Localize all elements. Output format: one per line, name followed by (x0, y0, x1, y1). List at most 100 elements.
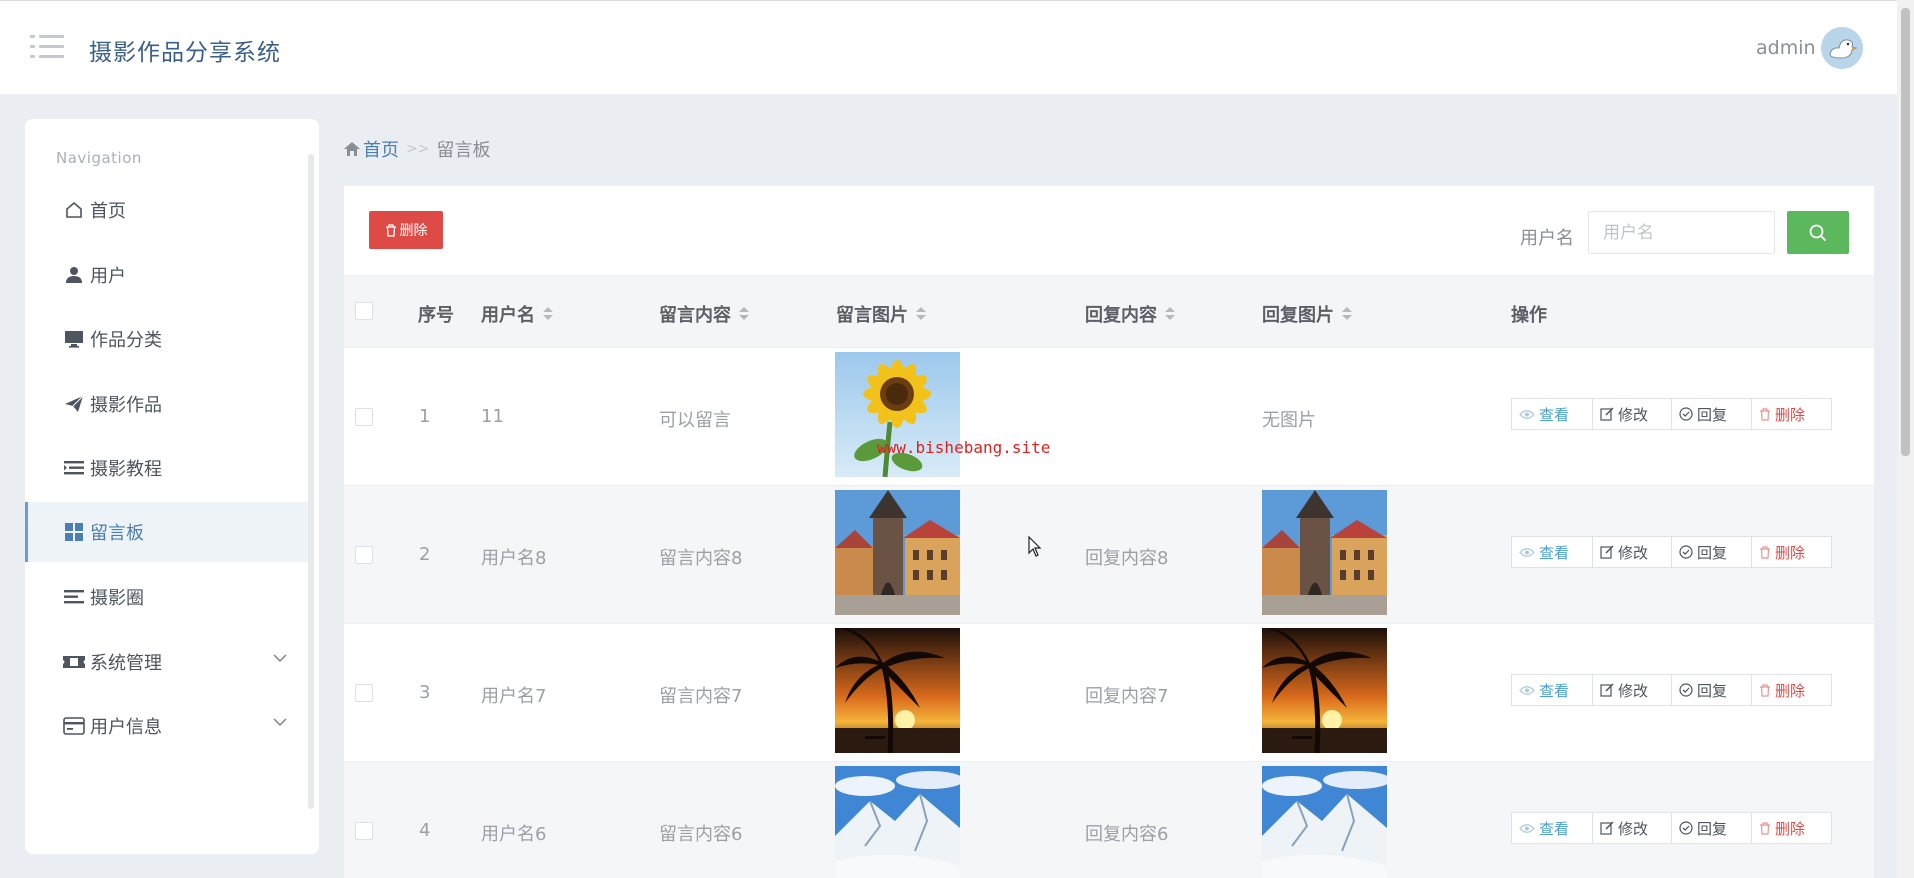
reply-image-old-town[interactable] (1262, 490, 1387, 615)
avatar[interactable] (1821, 27, 1863, 69)
message-image-sunflower[interactable] (835, 352, 960, 477)
sort-icon[interactable] (1342, 306, 1352, 322)
column-header-image[interactable]: 留言图片 (836, 301, 926, 327)
edit-button[interactable]: 修改 (1592, 398, 1672, 430)
view-button[interactable]: 查看 (1511, 398, 1593, 430)
row-content: 留言内容8 (659, 548, 743, 569)
chevron-down-icon (273, 654, 287, 663)
grid-icon (63, 521, 85, 543)
row-reply: 回复内容7 (1085, 686, 1169, 707)
sidebar-item-photo-circle[interactable]: 摄影圈 (25, 567, 311, 627)
edit-icon (1600, 683, 1614, 697)
card-icon (63, 715, 85, 737)
sidebar-item-label: 摄影教程 (90, 459, 162, 480)
sidebar-item-label: 用户 (90, 266, 126, 287)
row-index: 3 (419, 682, 431, 703)
sidebar-item-user-info[interactable]: 用户信息 (25, 696, 311, 756)
row-index: 1 (419, 406, 431, 427)
view-button[interactable]: 查看 (1511, 536, 1593, 568)
reply-image-snowy-mountain[interactable] (1262, 766, 1387, 878)
reply-button[interactable]: 回复 (1671, 812, 1752, 844)
eye-icon (1519, 547, 1535, 557)
sidebar-item-tutorials[interactable]: 摄影教程 (25, 438, 311, 498)
reply-button[interactable]: 回复 (1671, 536, 1752, 568)
sort-icon[interactable] (1165, 306, 1175, 322)
breadcrumb-separator: >> (406, 141, 430, 157)
row-username: 11 (481, 406, 504, 427)
sort-icon[interactable] (916, 306, 926, 322)
list-indent-icon (63, 457, 85, 479)
row-username: 用户名8 (481, 548, 547, 569)
trash-icon (1760, 407, 1770, 421)
sidebar: Navigation 首页 用户 作品分类 摄影作品 摄影教程 留言板 摄影圈 (25, 119, 319, 854)
sidebar-item-home[interactable]: 首页 (25, 180, 311, 240)
edit-button[interactable]: 修改 (1592, 812, 1672, 844)
view-button[interactable]: 查看 (1511, 812, 1593, 844)
home-icon (344, 142, 360, 156)
sidebar-scrollbar[interactable] (308, 154, 314, 809)
row-checkbox[interactable] (355, 408, 373, 426)
breadcrumb-home-label: 首页 (363, 140, 399, 161)
table-header: 序号 用户名 留言内容 留言图片 回复内容 回复图片 操作 (344, 275, 1874, 347)
eye-icon (1519, 685, 1535, 695)
top-bar: 摄影作品分享系统 admin (0, 0, 1897, 94)
sidebar-item-label: 留言板 (90, 523, 144, 544)
edit-button[interactable]: 修改 (1592, 536, 1672, 568)
trash-icon (1760, 545, 1770, 559)
delete-button[interactable]: 删除 (1751, 812, 1832, 844)
breadcrumb-home-link[interactable]: 首页 (344, 136, 399, 162)
search-icon (1809, 224, 1827, 241)
check-circle-icon (1679, 821, 1693, 835)
row-actions: 查看 修改 回复 删除 (1511, 536, 1832, 568)
delete-button[interactable]: 删除 (1751, 536, 1832, 568)
row-checkbox[interactable] (355, 546, 373, 564)
sidebar-item-label: 摄影作品 (90, 395, 162, 416)
view-button[interactable]: 查看 (1511, 674, 1593, 706)
check-circle-icon (1679, 683, 1693, 697)
reply-button[interactable]: 回复 (1671, 398, 1752, 430)
sort-icon[interactable] (543, 306, 553, 322)
delete-button[interactable]: 删除 (1751, 674, 1832, 706)
row-content: 可以留言 (659, 410, 731, 431)
column-header-reply-image[interactable]: 回复图片 (1262, 301, 1352, 327)
table-row: 2 用户名8 留言内容8 回复内容8 查看 修改 回复 删除 (344, 485, 1874, 623)
column-header-username[interactable]: 用户名 (481, 301, 553, 327)
reply-image-palm-sunset[interactable] (1262, 628, 1387, 753)
edit-button[interactable]: 修改 (1592, 674, 1672, 706)
paper-plane-icon (63, 393, 85, 415)
chevron-down-icon (273, 718, 287, 727)
breadcrumb-current: 留言板 (436, 140, 491, 161)
row-reply: 回复内容6 (1085, 824, 1169, 845)
sidebar-item-message-board[interactable]: 留言板 (25, 502, 311, 562)
row-checkbox[interactable] (355, 684, 373, 702)
message-image-old-town[interactable] (835, 490, 960, 615)
select-all-checkbox[interactable] (355, 302, 373, 320)
page-scrollbar-thumb[interactable] (1901, 8, 1910, 456)
eye-icon (1519, 823, 1535, 833)
sidebar-item-categories[interactable]: 作品分类 (25, 309, 311, 369)
menu-toggle-icon[interactable] (30, 33, 64, 61)
row-reply-image-empty: 无图片 (1262, 410, 1316, 431)
home-icon (63, 199, 85, 221)
watermark-text: www.bishebang.site (877, 438, 1051, 457)
sort-icon[interactable] (739, 306, 749, 322)
search-button[interactable] (1787, 211, 1849, 254)
sidebar-item-users[interactable]: 用户 (25, 245, 311, 305)
check-circle-icon (1679, 407, 1693, 421)
username-search-input[interactable] (1588, 211, 1775, 254)
message-image-snowy-mountain[interactable] (835, 766, 960, 878)
batch-delete-button[interactable]: 删除 (369, 211, 443, 249)
column-header-reply[interactable]: 回复内容 (1085, 301, 1175, 327)
column-header-content[interactable]: 留言内容 (659, 301, 749, 327)
reply-button[interactable]: 回复 (1671, 674, 1752, 706)
search-label: 用户名 (1520, 228, 1574, 249)
row-index: 2 (419, 544, 431, 565)
sidebar-item-label: 摄影圈 (90, 588, 144, 609)
row-checkbox[interactable] (355, 822, 373, 840)
sidebar-item-works[interactable]: 摄影作品 (25, 374, 311, 434)
message-image-palm-sunset[interactable] (835, 628, 960, 753)
delete-button[interactable]: 删除 (1751, 398, 1832, 430)
table-row: 3 用户名7 留言内容7 回复内容7 查看 修改 回复 删除 (344, 623, 1874, 761)
admin-username[interactable]: admin (1756, 37, 1816, 59)
sidebar-item-system-management[interactable]: 系统管理 (25, 632, 311, 692)
